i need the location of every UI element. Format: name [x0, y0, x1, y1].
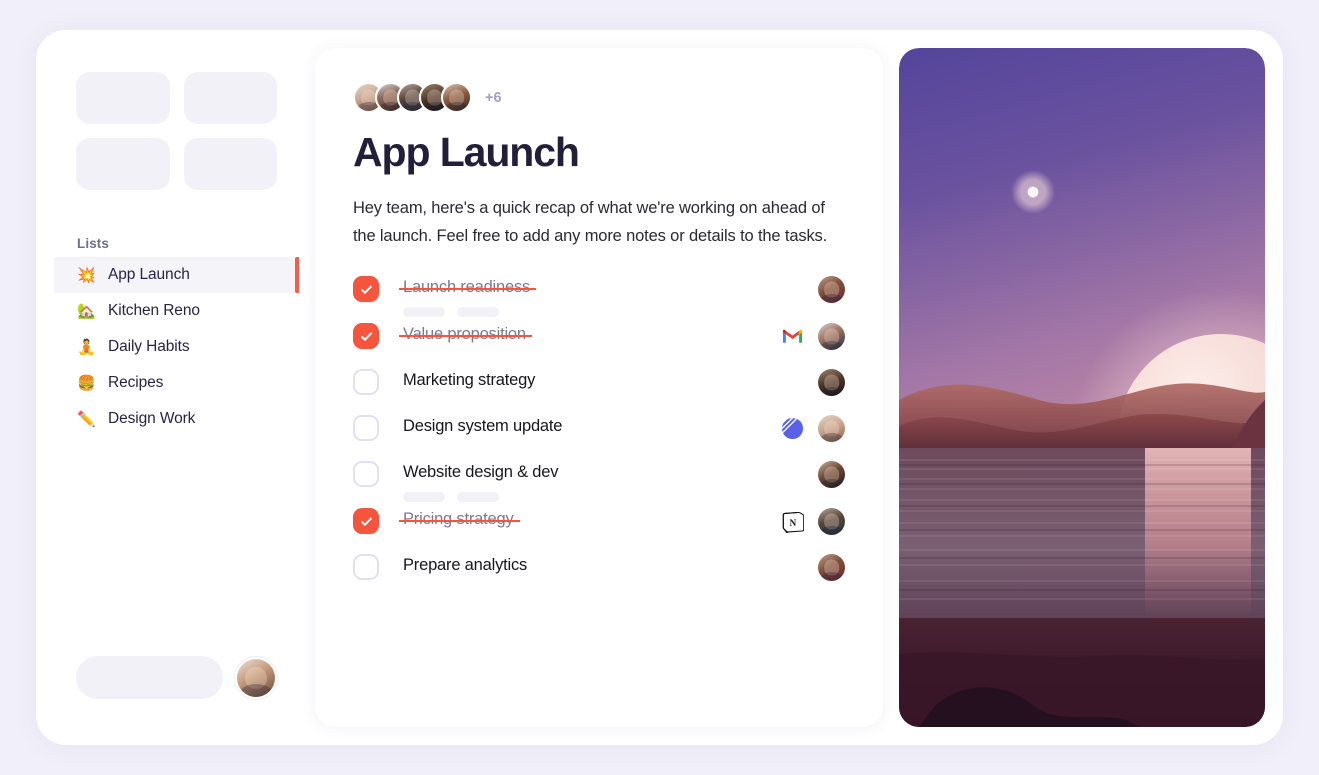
- sidebar-item-label: Daily Habits: [108, 338, 190, 355]
- task-assignee-avatar[interactable]: [818, 415, 845, 442]
- sidebar-item-recipes[interactable]: 🍔 Recipes: [54, 365, 299, 401]
- sidebar-item-kitchen-reno[interactable]: 🏡 Kitchen Reno: [54, 293, 299, 329]
- task-checkbox[interactable]: [353, 554, 379, 580]
- page-description[interactable]: Hey team, here's a quick recap of what w…: [353, 194, 847, 250]
- check-icon: [360, 285, 372, 294]
- cover-photo-panel: [899, 48, 1265, 727]
- task-assignee-avatar[interactable]: [818, 323, 845, 350]
- page-title: App Launch: [353, 129, 580, 175]
- desert-moon-illustration: [899, 48, 1265, 727]
- sidebar-footer-pill[interactable]: [76, 656, 223, 699]
- sidebar-item-label: App Launch: [108, 266, 190, 283]
- sidebar-item-design-work[interactable]: ✏️ Design Work: [54, 401, 299, 437]
- sidebar-tile-placeholder[interactable]: [183, 72, 277, 124]
- task-meta: [818, 554, 847, 581]
- sidebar-footer: [54, 656, 299, 727]
- sidebar-item-daily-habits[interactable]: 🧘 Daily Habits: [54, 329, 299, 365]
- sidebar: Lists 💥 App Launch 🏡 Kitchen Reno 🧘 Daily Hab…: [54, 48, 299, 727]
- task-meta: [781, 415, 847, 442]
- task-row: Pricing strategy N: [353, 502, 847, 548]
- subtask-pill[interactable]: [403, 492, 445, 502]
- task-meta: [818, 461, 847, 488]
- current-user-avatar[interactable]: [235, 656, 277, 699]
- task-body: Marketing strategy: [403, 363, 818, 390]
- check-icon: [360, 332, 372, 341]
- task-title[interactable]: Pricing strategy: [399, 510, 520, 529]
- task-list: Launch readiness Value proposition Marke…: [353, 270, 847, 594]
- collaborator-avatar-stack[interactable]: [353, 82, 472, 113]
- task-row: Launch readiness: [353, 270, 847, 317]
- sidebar-item-label: Design Work: [108, 410, 196, 427]
- task-title[interactable]: Value proposition: [399, 325, 532, 344]
- sidebar-item-label: Kitchen Reno: [108, 302, 200, 319]
- pencil-emoji: ✏️: [77, 410, 96, 428]
- task-checkbox[interactable]: [353, 508, 379, 534]
- task-body: Value proposition: [399, 317, 781, 344]
- sidebar-list: 💥 App Launch 🏡 Kitchen Reno 🧘 Daily Habits 🍔 Re…: [54, 257, 299, 437]
- notion-icon[interactable]: N: [781, 510, 804, 533]
- task-title[interactable]: Website design & dev: [403, 463, 558, 482]
- list-detail-card: +6 App Launch Hey team, here's a quick r…: [315, 48, 883, 727]
- task-meta: N: [781, 508, 847, 535]
- collaborators-row: +6: [353, 82, 847, 113]
- house-with-garden-emoji: 🏡: [77, 302, 96, 320]
- task-meta: [818, 369, 847, 396]
- task-assignee-avatar[interactable]: [818, 554, 845, 581]
- sidebar-item-app-launch[interactable]: 💥 App Launch: [54, 257, 299, 293]
- task-assignee-avatar[interactable]: [818, 508, 845, 535]
- task-body: Launch readiness: [398, 270, 818, 317]
- task-row: Value proposition: [353, 317, 847, 363]
- task-assignee-avatar[interactable]: [818, 461, 845, 488]
- subtask-pill[interactable]: [403, 307, 445, 317]
- task-body: Website design & dev: [403, 455, 818, 502]
- collision-emoji: 💥: [77, 266, 96, 284]
- subtask-pill[interactable]: [457, 307, 499, 317]
- sidebar-tile-grid: [54, 48, 299, 190]
- task-body: Design system update: [403, 409, 781, 436]
- task-row: Design system update: [353, 409, 847, 455]
- person-in-lotus-position-emoji: 🧘: [77, 338, 96, 356]
- linear-icon[interactable]: [781, 417, 804, 440]
- app-window: Lists 💥 App Launch 🏡 Kitchen Reno 🧘 Daily Hab…: [36, 30, 1283, 745]
- subtask-placeholders: [403, 492, 818, 502]
- task-body: Prepare analytics: [403, 548, 818, 575]
- sidebar-tile-placeholder[interactable]: [76, 72, 170, 124]
- task-checkbox[interactable]: [353, 415, 379, 441]
- task-row: Prepare analytics: [353, 548, 847, 594]
- task-title[interactable]: Prepare analytics: [403, 556, 527, 575]
- task-meta: [781, 323, 847, 350]
- task-row: Marketing strategy: [353, 363, 847, 409]
- subtask-pill[interactable]: [457, 492, 499, 502]
- task-title[interactable]: Launch readiness: [398, 278, 537, 297]
- sidebar-tile-placeholder[interactable]: [76, 138, 170, 190]
- task-assignee-avatar[interactable]: [818, 369, 845, 396]
- sidebar-section-title: Lists: [77, 236, 110, 251]
- task-meta: [818, 276, 847, 303]
- task-checkbox[interactable]: [353, 276, 379, 302]
- svg-text:N: N: [790, 518, 797, 528]
- task-checkbox[interactable]: [353, 369, 379, 395]
- task-checkbox[interactable]: [353, 323, 379, 349]
- subtask-placeholders: [403, 307, 818, 317]
- task-checkbox[interactable]: [353, 461, 379, 487]
- task-row: Website design & dev: [353, 455, 847, 502]
- task-assignee-avatar[interactable]: [818, 276, 845, 303]
- sidebar-tile-placeholder[interactable]: [183, 138, 277, 190]
- collaborators-overflow-count[interactable]: +6: [485, 90, 502, 106]
- collaborator-avatar[interactable]: [441, 82, 472, 113]
- task-title[interactable]: Design system update: [403, 417, 562, 436]
- gmail-icon[interactable]: [781, 325, 804, 348]
- hamburger-emoji: 🍔: [77, 374, 96, 392]
- sidebar-item-label: Recipes: [108, 374, 164, 391]
- task-body: Pricing strategy: [399, 502, 781, 529]
- check-icon: [360, 517, 372, 526]
- task-title[interactable]: Marketing strategy: [403, 371, 535, 390]
